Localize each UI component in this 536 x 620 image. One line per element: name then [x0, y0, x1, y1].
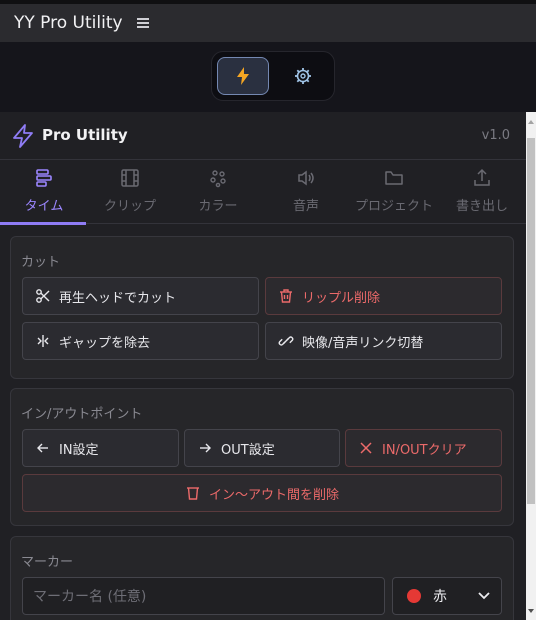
panel-header: Pro Utility v1.0	[0, 112, 526, 160]
button-label: IN設定	[59, 442, 99, 458]
speaker-icon	[298, 170, 314, 186]
tab-label: プロジェクト	[354, 199, 433, 214]
tab-label: カラー	[198, 199, 238, 214]
tab-timeline[interactable]: タイム	[0, 160, 88, 225]
chevron-down-icon	[478, 592, 490, 600]
scrollbar-thumb[interactable]	[527, 138, 535, 504]
tab-label: 音声	[292, 199, 319, 214]
bolt-icon	[237, 67, 249, 85]
set-in-button[interactable]: IN設定	[22, 429, 179, 467]
button-label: OUT設定	[221, 442, 275, 458]
selected-color-label: 赤	[433, 589, 447, 605]
active-tab-indicator	[0, 222, 86, 225]
mode-switch	[211, 51, 335, 101]
section-title: イン/アウトポイント	[21, 407, 143, 422]
marker-section: マーカー マーカー名 (任意) 赤	[10, 536, 514, 620]
delete-in-out-range-button[interactable]: イン〜アウト間を削除	[22, 474, 502, 512]
tab-color[interactable]: カラー	[174, 160, 262, 224]
toggle-av-link-button[interactable]: 映像/音声リンク切替	[265, 322, 502, 360]
in-out-section: イン/アウトポイント IN設定 OUT設定 IN/OUTクリア イン〜アウト間を…	[10, 388, 514, 526]
vertical-scrollbar[interactable]	[526, 112, 536, 620]
color-swatch	[407, 589, 421, 603]
remove-gap-button[interactable]: ギャップを除去	[22, 322, 259, 360]
section-title: マーカー	[21, 555, 74, 570]
button-label: 再生ヘッドでカット	[59, 290, 177, 306]
film-icon	[121, 169, 139, 187]
close-icon	[360, 442, 372, 454]
button-label: 映像/音声リンク切替	[302, 335, 424, 351]
gear-icon	[295, 68, 311, 84]
tab-clip[interactable]: クリップ	[86, 160, 174, 224]
palette-icon	[210, 170, 226, 188]
marker-color-select[interactable]: 赤	[392, 577, 502, 615]
tab-bar: タイム クリップ カラー 音声 プロジェクト 書き出し	[0, 160, 526, 225]
pro-utility-panel: Pro Utility v1.0 タイム クリップ カラー 音声 プロジェクト …	[0, 112, 526, 620]
arrow-right-icon	[200, 443, 211, 453]
settings-mode-button[interactable]	[277, 57, 329, 95]
set-out-button[interactable]: OUT設定	[184, 429, 340, 467]
scroll-up-arrow[interactable]	[528, 120, 534, 124]
tab-project[interactable]: プロジェクト	[350, 160, 438, 224]
section-title: カット	[21, 255, 61, 270]
timeline-icon	[36, 169, 52, 187]
version-label: v1.0	[481, 128, 510, 143]
arrow-left-icon	[37, 443, 48, 453]
folder-icon	[385, 171, 403, 185]
scroll-down-arrow[interactable]	[528, 609, 534, 613]
marker-name-placeholder: マーカー名 (任意)	[33, 589, 147, 605]
cut-section: カット 再生ヘッドでカット リップル削除 ギャップを除去 映像/音声リンク切替	[10, 236, 514, 379]
export-icon	[474, 168, 490, 186]
window-title: YY Pro Utility	[14, 13, 123, 33]
trash-icon	[280, 289, 292, 303]
button-label: ギャップを除去	[59, 335, 151, 351]
link-icon	[278, 336, 294, 346]
quick-mode-button[interactable]	[217, 57, 269, 95]
title-bar: YY Pro Utility	[0, 0, 536, 42]
button-label: リップル削除	[302, 290, 381, 306]
ripple-delete-button[interactable]: リップル削除	[265, 277, 502, 315]
button-label: IN/OUTクリア	[382, 442, 467, 458]
tab-label: クリップ	[103, 199, 156, 214]
marker-name-input[interactable]: マーカー名 (任意)	[22, 577, 385, 615]
bolt-outline-icon	[13, 124, 33, 148]
cut-at-playhead-button[interactable]: 再生ヘッドでカット	[22, 277, 259, 315]
gap-icon	[37, 335, 49, 347]
mode-bar	[0, 42, 536, 112]
panel-title: Pro Utility	[42, 126, 128, 144]
hamburger-icon[interactable]	[136, 18, 149, 28]
tab-label: タイム	[24, 199, 64, 214]
tab-label: 書き出し	[455, 199, 508, 214]
tab-export[interactable]: 書き出し	[438, 160, 526, 224]
trash-icon	[186, 487, 199, 500]
scissors-icon	[36, 289, 50, 303]
button-label: イン〜アウト間を削除	[208, 487, 339, 503]
panel-scroll-area: Pro Utility v1.0 タイム クリップ カラー 音声 プロジェクト …	[0, 112, 536, 620]
tab-audio[interactable]: 音声	[262, 160, 350, 224]
clear-in-out-button[interactable]: IN/OUTクリア	[345, 429, 502, 467]
